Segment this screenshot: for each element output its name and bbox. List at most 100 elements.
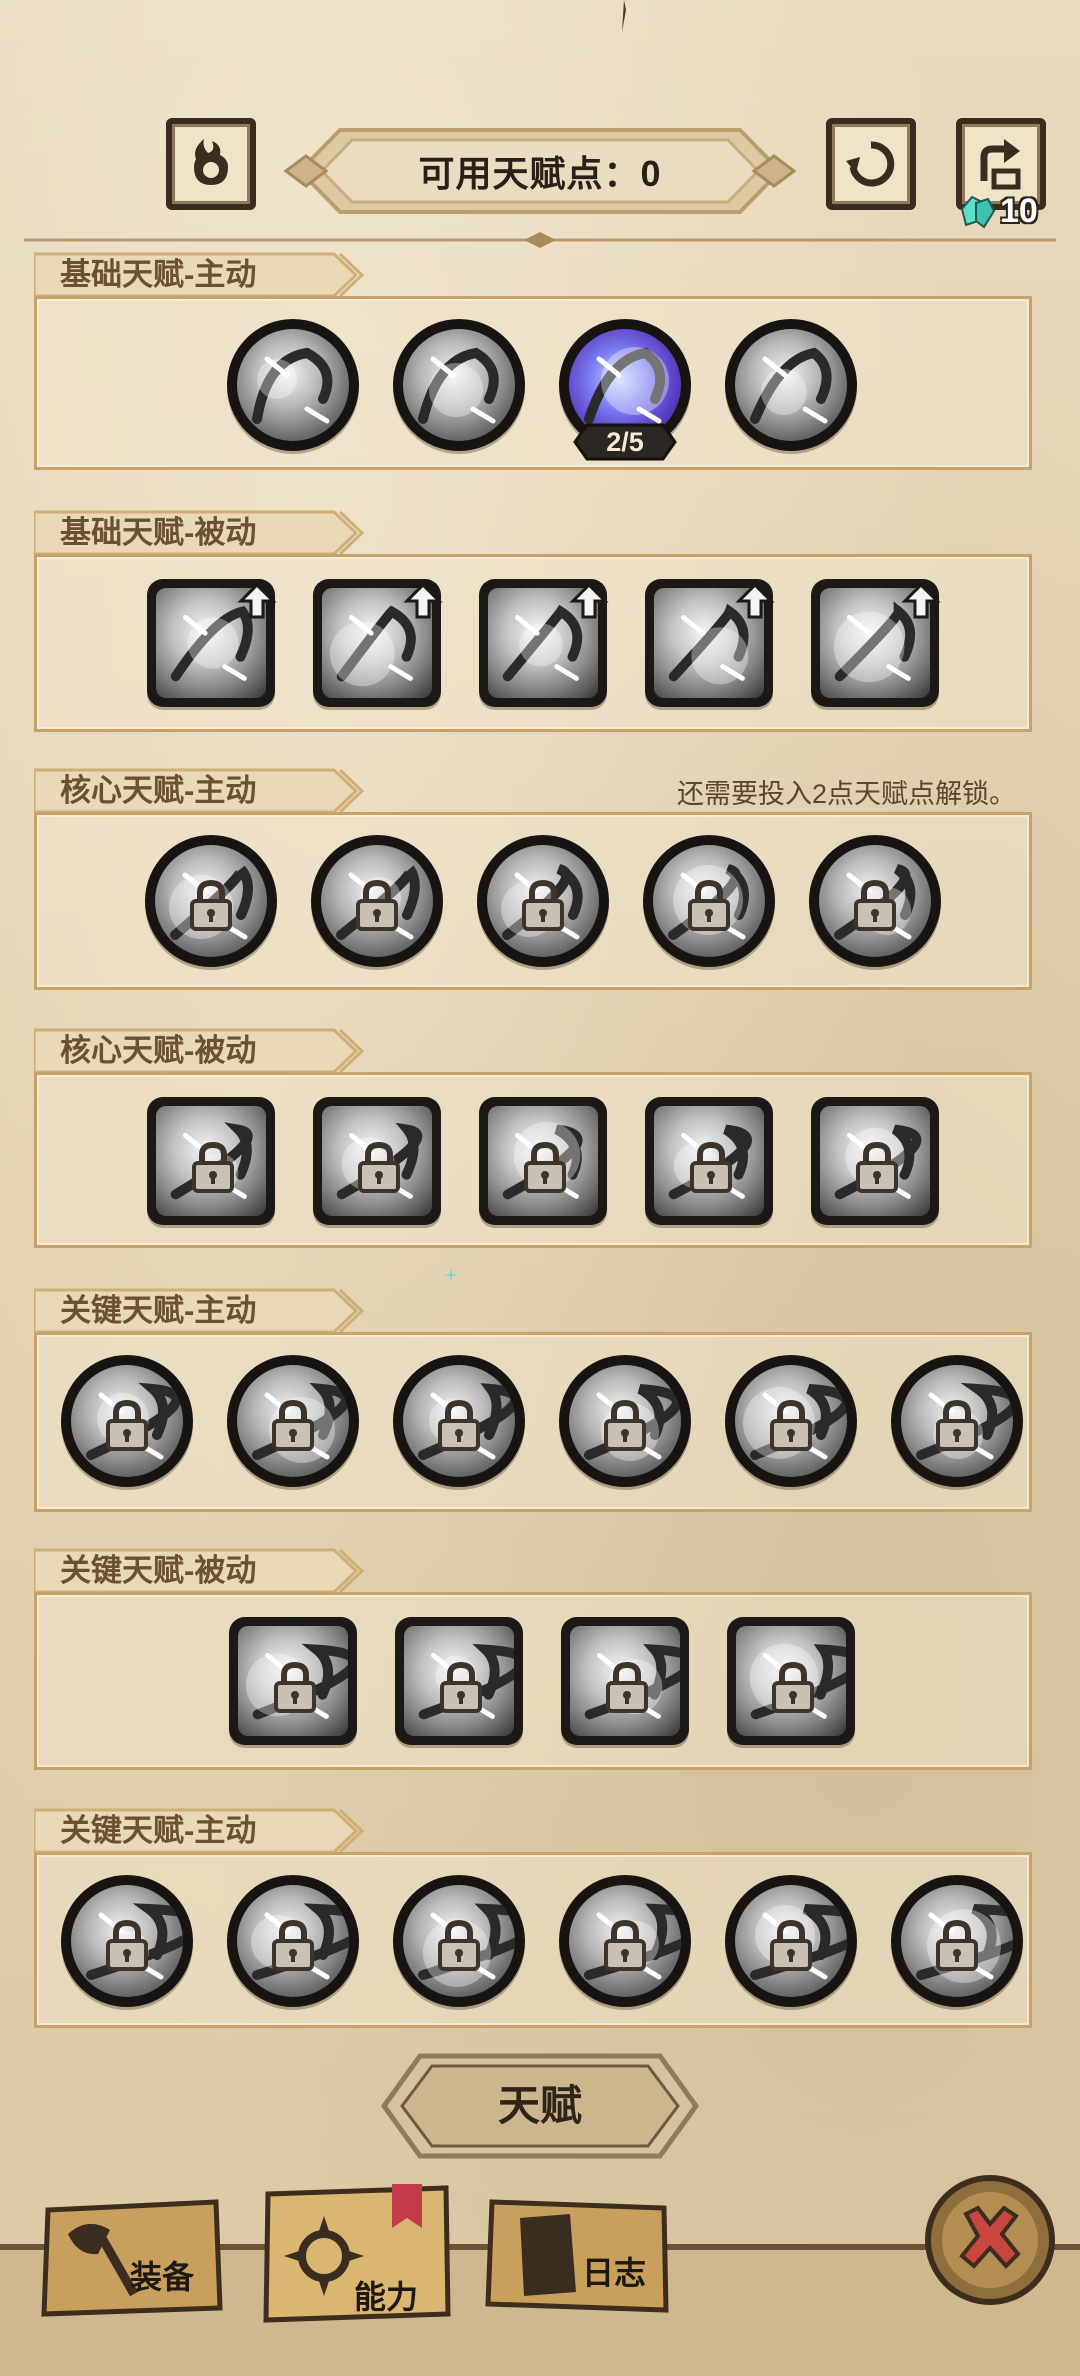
locked-talent-node[interactable] [725,1875,857,2007]
lock-icon [856,1141,898,1193]
locked-talent-node[interactable] [645,1097,777,1229]
lock-icon [438,1919,480,1971]
lock-icon [190,879,232,931]
locked-talent-node[interactable] [559,1355,691,1487]
nav-tab-ability[interactable]: 能力 [262,2184,452,2324]
talent-section: 关键天赋-主动 [34,1286,1032,1516]
reset-button[interactable] [826,118,916,210]
locked-talent-node[interactable] [229,1617,361,1749]
sparkle-effect [444,1268,458,1282]
talent-tab-button[interactable]: 天赋 [376,2050,704,2162]
lock-icon [690,1141,732,1193]
section-title-tab: 关键天赋-主动 [34,1286,374,1336]
lock-icon [358,1141,400,1193]
lock-icon [936,1399,978,1451]
talent-node[interactable] [393,319,525,451]
locked-talent-node[interactable] [559,1875,691,2007]
journal-icon [520,2214,576,2296]
talent-node[interactable] [227,319,359,451]
talent-node[interactable] [725,319,857,451]
locked-talent-node[interactable] [227,1355,359,1487]
section-frame [34,1852,1032,2028]
section-frame [34,554,1032,732]
available-points-banner: 可用天赋点：0 [280,122,800,220]
lock-icon [688,879,730,931]
locked-talent-node[interactable] [809,835,941,967]
talent-section: 关键天赋-被动 [34,1546,1032,1774]
lock-icon [192,1141,234,1193]
talent-section: 核心天赋-主动 还需要投入2点天赋点解锁。 [34,766,1032,994]
talent-tab-label: 天赋 [497,2082,582,2129]
locked-talent-node[interactable] [561,1617,693,1749]
lock-icon [604,1399,646,1451]
flame-pot-icon [194,139,228,185]
lock-icon [274,1661,316,1713]
locked-talent-node[interactable] [227,1875,359,2007]
locked-talent-node[interactable] [395,1617,527,1749]
talent-section: 基础天赋-主动 2/5 [34,250,1032,474]
locked-talent-node[interactable] [147,1097,279,1229]
upgrade-arrow-icon [569,582,609,619]
paper-crack [622,0,626,32]
lock-icon [604,1919,646,1971]
lock-icon [438,1399,480,1451]
lock-icon [522,879,564,931]
locked-talent-node[interactable] [393,1355,525,1487]
lock-icon [272,1919,314,1971]
talent-node[interactable] [313,579,445,711]
export-icon [980,139,1021,190]
locked-talent-node[interactable] [811,1097,943,1229]
locked-talent-node[interactable] [393,1875,525,2007]
header-divider [24,232,1056,248]
lock-icon [772,1661,814,1713]
locked-talent-node[interactable] [725,1355,857,1487]
locked-talent-node[interactable] [145,835,277,967]
lock-icon [770,1399,812,1451]
reset-icon [846,141,895,187]
locked-talent-node[interactable] [477,835,609,967]
talent-node[interactable] [479,579,611,711]
lock-icon [272,1399,314,1451]
talent-node[interactable] [811,579,943,711]
talent-section: 基础天赋-被动 [34,508,1032,736]
nav-tab-equipment[interactable]: 装备 [40,2196,224,2318]
section-title-tab: 基础天赋-被动 [34,508,374,558]
nav-tab-journal[interactable]: 日志 [482,2194,672,2316]
section-frame [34,1072,1032,1248]
close-icon [925,2175,1055,2305]
locked-talent-node[interactable] [61,1875,193,2007]
talent-section: 关键天赋-主动 [34,1806,1032,2032]
nav-tab-equipment-label: 装备 [130,2259,195,2295]
section-title-tab: 关键天赋-主动 [34,1806,374,1856]
locked-talent-node[interactable] [643,835,775,967]
section-frame [34,812,1032,990]
locked-talent-node[interactable] [61,1355,193,1487]
talent-level-text: 2/5 [606,427,644,457]
locked-talent-node[interactable] [313,1097,445,1229]
flame-pot-button[interactable] [166,118,256,210]
section-frame [34,1332,1032,1512]
talent-node[interactable] [645,579,777,711]
locked-talent-node[interactable] [891,1875,1023,2007]
section-unlock-hint: 还需要投入2点天赋点解锁。 [676,779,1016,809]
section-title: 核心天赋-主动 [60,773,257,808]
locked-talent-node[interactable] [891,1355,1023,1487]
locked-talent-node[interactable] [727,1617,859,1749]
talent-node[interactable] [147,579,279,711]
lock-icon [106,1919,148,1971]
locked-talent-node[interactable] [311,835,443,967]
locked-talent-node[interactable] [479,1097,611,1229]
talent-section: 核心天赋-被动 [34,1026,1032,1252]
gem-counter: 10 [956,188,1038,234]
gem-count-text: 10 [1000,191,1038,230]
section-frame: 2/5 [34,296,1032,470]
lock-icon [440,1661,482,1713]
upgrade-arrow-icon [403,582,443,619]
talent-node[interactable]: 2/5 [559,319,691,461]
section-title: 关键天赋-主动 [60,1813,257,1848]
section-title: 基础天赋-主动 [60,257,257,292]
upgrade-arrow-icon [901,582,941,619]
close-button[interactable] [920,2170,1060,2310]
section-title-tab: 基础天赋-主动 [34,250,374,300]
section-title-tab: 核心天赋-主动 [34,766,374,816]
